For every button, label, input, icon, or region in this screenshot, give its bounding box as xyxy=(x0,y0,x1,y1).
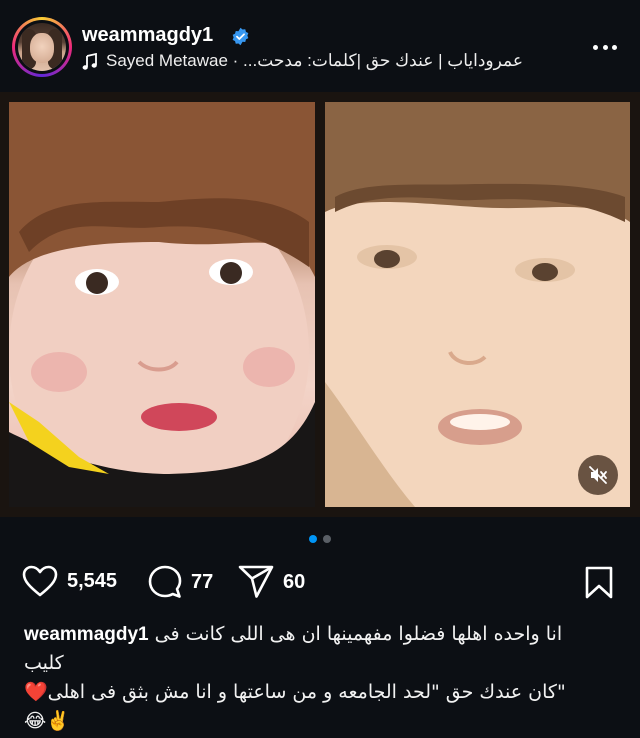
caption-text-line3: "كان عندك حق "لحد الجامعه و من ساعتها و … xyxy=(24,681,566,703)
comment-icon xyxy=(148,565,182,598)
music-note-icon xyxy=(82,53,97,70)
caption-username[interactable]: weammagdy1 xyxy=(24,620,149,649)
speaker-muted-icon xyxy=(589,466,607,484)
verified-badge-icon xyxy=(232,27,249,46)
heart-icon xyxy=(22,565,58,597)
post-header: weammagdy1 Sayed Metawae عمروداياب | عند… xyxy=(0,0,640,92)
like-count: 5,545 xyxy=(67,569,118,592)
post-media[interactable] xyxy=(0,92,640,517)
comment-count: 77 xyxy=(191,570,214,593)
carousel-indicator xyxy=(0,535,640,545)
caption-emoji-line: 😂✌️ xyxy=(24,710,70,732)
caption-first-line: weammagdy1 انا واحده اهلها فضلوا مفهمينه… xyxy=(24,620,620,649)
more-dot xyxy=(593,44,598,50)
caption-text-line2: كليب xyxy=(24,652,64,674)
send-icon xyxy=(238,565,274,598)
post-username[interactable]: weammagdy1 xyxy=(82,24,213,47)
more-dot xyxy=(612,44,617,50)
more-options-button[interactable] xyxy=(588,35,622,59)
bookmark-icon xyxy=(585,566,613,599)
share-button[interactable]: 60 xyxy=(238,565,305,599)
mute-toggle-button[interactable] xyxy=(578,455,618,495)
comment-button[interactable]: 77 xyxy=(148,565,213,599)
carousel-dot-1 xyxy=(309,535,317,543)
share-count: 60 xyxy=(283,570,306,593)
audio-attribution[interactable]: Sayed Metawae عمروداياب | عندك حق |كلمات… xyxy=(106,51,523,71)
post-caption: weammagdy1 انا واحده اهلها فضلوا مفهمينه… xyxy=(24,620,620,736)
story-ring[interactable] xyxy=(12,17,72,77)
audio-artist: Sayed Metawae xyxy=(106,51,228,70)
like-button[interactable]: 5,545 xyxy=(22,565,117,597)
avatar[interactable] xyxy=(18,23,66,71)
carousel-dot-2 xyxy=(323,535,331,543)
audio-title: عمروداياب | عندك حق |كلمات: مدحت... · xyxy=(232,51,523,70)
save-button[interactable] xyxy=(584,566,614,604)
caption-text-line1: انا واحده اهلها فضلوا مفهمينها ان هى الل… xyxy=(154,623,563,645)
right-photo xyxy=(325,102,630,507)
more-dot xyxy=(602,44,608,50)
left-photo xyxy=(9,102,315,507)
action-bar: 5,545 77 60 xyxy=(0,560,640,606)
